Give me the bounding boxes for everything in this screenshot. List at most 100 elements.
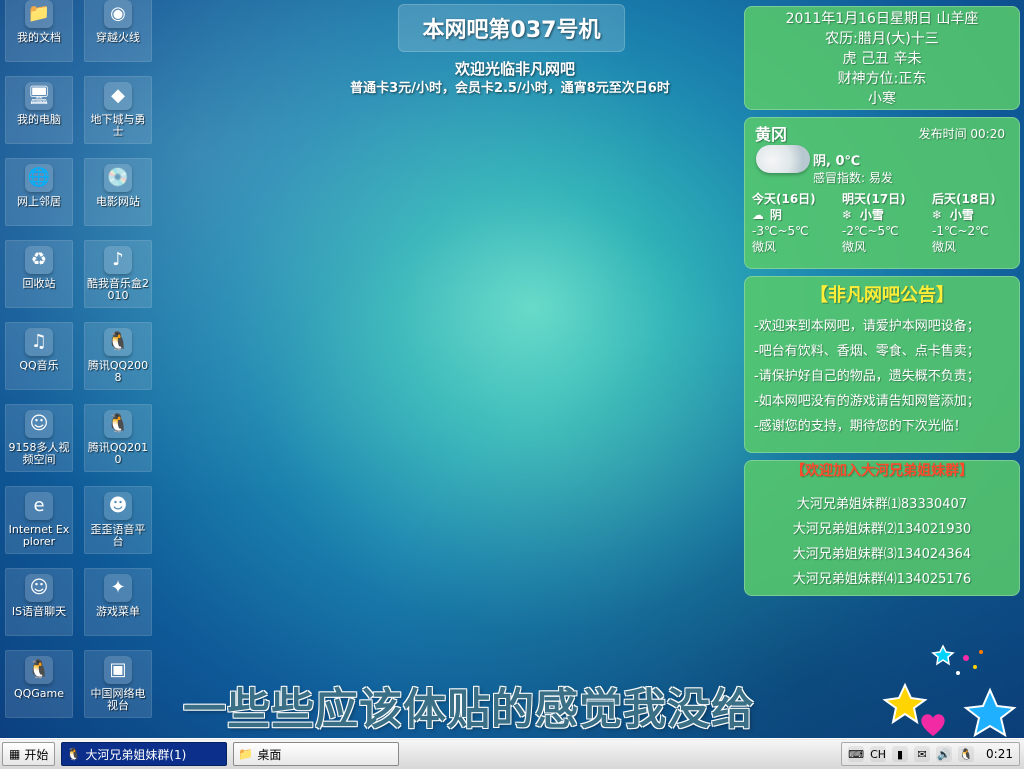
- desktop-icon-recycle-bin[interactable]: ♻ 回收站: [5, 240, 73, 308]
- calendar-ganzhi: 虎 己丑 辛未: [842, 51, 922, 67]
- lyric-banner-text: 一些些应该体贴的感觉我没给: [183, 685, 755, 735]
- qq-group-item: 大河兄弟姐妹群⑷134025176: [792, 572, 972, 587]
- calendar-lunar: 农历:腊月(大)十三: [825, 31, 939, 47]
- taskbar-button-qq-group[interactable]: 🐧 大河兄弟姐妹群(1): [61, 742, 228, 766]
- qq-group-item: 大河兄弟姐妹群⑴83330407: [796, 497, 968, 512]
- calendar-date: 2011年1月16日星期日 山羊座: [785, 11, 979, 27]
- desktop-icon-game-menu[interactable]: ✦ 游戏菜单: [84, 568, 152, 636]
- qq-chat-icon: 🐧: [66, 747, 82, 761]
- weather-current: 阴, 0℃: [813, 154, 861, 169]
- desktop-icon-kuwo-music[interactable]: ♪ 酷我音乐盒2010: [84, 240, 152, 308]
- calendar-panel: 2011年1月16日星期日 山羊座 农历:腊月(大)十三 虎 己丑 辛未 财神方…: [744, 6, 1020, 110]
- windows-logo-icon: ▦: [9, 747, 21, 761]
- internet-explorer-icon: e: [25, 492, 53, 520]
- tv-icon: ▣: [104, 656, 132, 684]
- taskbar-clock[interactable]: 0:21: [986, 747, 1013, 761]
- start-label: 开始: [24, 747, 49, 762]
- qq-groups-title: 【欢迎加入大河兄弟姐妹群】: [791, 463, 973, 479]
- forecast-condition-row: ❄ 小雪: [842, 207, 932, 223]
- desktop-icon-label: 腾讯QQ2008: [87, 359, 149, 384]
- forecast-day: 明天(17日): [842, 192, 906, 206]
- taskbar-button-label: 桌面: [257, 747, 282, 762]
- desktop-icon-qq-music[interactable]: ♫ QQ音乐: [5, 322, 73, 390]
- desktop-icon-label: 回收站: [22, 277, 56, 290]
- forecast-wind: 微风: [932, 240, 957, 254]
- network-status-icon[interactable]: ▮: [892, 746, 909, 762]
- folder-icon: 📁: [238, 747, 254, 761]
- game-menu-icon: ✦: [104, 574, 132, 602]
- qq-group-item: 大河兄弟姐妹群⑵134021930: [792, 522, 972, 537]
- notice-list: -欢迎来到本网吧，请爱护本网吧设备； -吧台有饮料、香烟、零食、点卡售卖； -请…: [754, 314, 1020, 439]
- forecast-wind: 微风: [842, 240, 867, 254]
- desktop-icon-cntv[interactable]: ▣ 中国网络电视台: [84, 650, 152, 718]
- forecast-condition-row: ❄ 小雪: [932, 207, 1018, 223]
- desktop-icon-label: Internet Explorer: [8, 523, 70, 548]
- notice-item: -吧台有饮料、香烟、零食、点卡售卖；: [754, 344, 980, 359]
- desktop-icon-label: 地下城与勇士: [90, 113, 146, 138]
- qq-tray-icon[interactable]: 🐧: [958, 746, 975, 762]
- forecast-day: 今天(16日): [752, 192, 816, 206]
- forecast-temp: -1℃~2℃: [932, 224, 989, 238]
- desktop-icon-qq2008[interactable]: 🐧 腾讯QQ2008: [84, 322, 152, 390]
- qq-music-icon: ♫: [25, 328, 53, 356]
- forecast-condition-row: ☁ 阴: [752, 207, 842, 223]
- notice-item: -欢迎来到本网吧，请爱护本网吧设备；: [754, 319, 980, 334]
- desktop-icon-label: 游戏菜单: [96, 605, 140, 618]
- forecast-temp: -2℃~5℃: [842, 224, 899, 238]
- desktop-icon-9158[interactable]: ☺ 9158多人视频空间: [5, 404, 73, 472]
- start-button[interactable]: ▦ 开始: [2, 742, 56, 766]
- taskbar-button-desktop[interactable]: 📁 桌面: [233, 742, 400, 766]
- desktop-icon-is-voice[interactable]: ☺ IS语音聊天: [5, 568, 73, 636]
- calendar-wealth-direction: 财神方位:正东: [837, 71, 927, 87]
- notice-item: -请保护好自己的物品，遗失概不负责；: [754, 369, 980, 384]
- machine-number-banner: 本网吧第037号机: [398, 4, 625, 52]
- welcome-message: 欢迎光临非凡网吧: [454, 60, 575, 78]
- machine-number-text: 本网吧第037号机: [422, 18, 601, 43]
- desktop-icon-label: 网上邻居: [17, 195, 61, 208]
- qq-groups-panel: 【欢迎加入大河兄弟姐妹群】 大河兄弟姐妹群⑴83330407 大河兄弟姐妹群⑵1…: [744, 460, 1020, 596]
- volume-icon[interactable]: 🔊: [936, 746, 953, 762]
- ime-indicator[interactable]: CH: [870, 746, 887, 762]
- desktop-icon-label: 腾讯QQ2010: [87, 441, 149, 466]
- desktop-icon-my-computer[interactable]: 🖥 我的电脑: [5, 76, 73, 144]
- desktop-icon-dnf[interactable]: ◆ 地下城与勇士: [84, 76, 152, 144]
- desktop-icon-label: QQ音乐: [19, 359, 59, 372]
- desktop-icon-yy[interactable]: ☻ 歪歪语音平台: [84, 486, 152, 554]
- desktop-icon-label: 9158多人视频空间: [8, 441, 70, 466]
- desktop-icon-ie[interactable]: e Internet Explorer: [5, 486, 73, 554]
- qq-game-icon: 🐧: [25, 656, 53, 684]
- music-box-icon: ♪: [104, 246, 132, 274]
- forecast-day: 后天(18日): [932, 192, 996, 206]
- desktop-icon-label: 酷我音乐盒2010: [87, 277, 149, 302]
- voice-chat-icon: ☺: [25, 574, 53, 602]
- desktop-icon-movie-site[interactable]: 💿 电影网站: [84, 158, 152, 226]
- folder-icon: 📁: [25, 0, 53, 28]
- desktop-icon-label: 中国网络电视台: [90, 687, 146, 712]
- forecast-temp: -3℃~5℃: [752, 224, 809, 238]
- yy-voice-icon: ☻: [104, 492, 132, 520]
- dnf-game-icon: ◆: [104, 82, 132, 110]
- desktop-icon-network[interactable]: 🌐 网上邻居: [5, 158, 73, 226]
- system-tray: ⌨ CH ▮ ✉ 🔊 🐧 0:21: [841, 742, 1020, 766]
- qq-penguin-icon: 🐧: [104, 410, 132, 438]
- notice-title: 【非凡网吧公告】: [810, 285, 954, 306]
- desktop-icon-qqgame[interactable]: 🐧 QQGame: [5, 650, 73, 718]
- weather-cold-index: 感冒指数: 易发: [813, 171, 893, 185]
- desktop-icon-label: 电影网站: [96, 195, 140, 208]
- cf-game-icon: ◉: [104, 0, 132, 28]
- desktop-icon-crossfire[interactable]: ◉ 穿越火线: [84, 0, 152, 62]
- overcast-icon: ☁: [752, 208, 764, 222]
- keyboard-icon[interactable]: ⌨: [848, 746, 865, 762]
- weather-publish-time: 发布时间 00:20: [918, 127, 1005, 141]
- calendar-solar-term: 小寒: [868, 91, 896, 107]
- desktop-icon-my-documents[interactable]: 📁 我的文档: [5, 0, 73, 62]
- desktop-icon-qq2010[interactable]: 🐧 腾讯QQ2010: [84, 404, 152, 472]
- forecast-condition: 小雪: [859, 208, 884, 222]
- light-snow-icon: ❄: [932, 208, 943, 222]
- taskbar: ▦ 开始 🐧 大河兄弟姐妹群(1) 📁 桌面 ⌨ CH ▮ ✉ 🔊 🐧 0:21: [0, 738, 1024, 769]
- qq-penguin-icon: 🐧: [104, 328, 132, 356]
- notice-item: -如本网吧没有的游戏请告知网管添加；: [754, 394, 980, 409]
- desktop-icon-label: QQGame: [13, 687, 65, 700]
- qq-group-item: 大河兄弟姐妹群⑶134024364: [792, 547, 972, 562]
- app-tray-icon[interactable]: ✉: [914, 746, 931, 762]
